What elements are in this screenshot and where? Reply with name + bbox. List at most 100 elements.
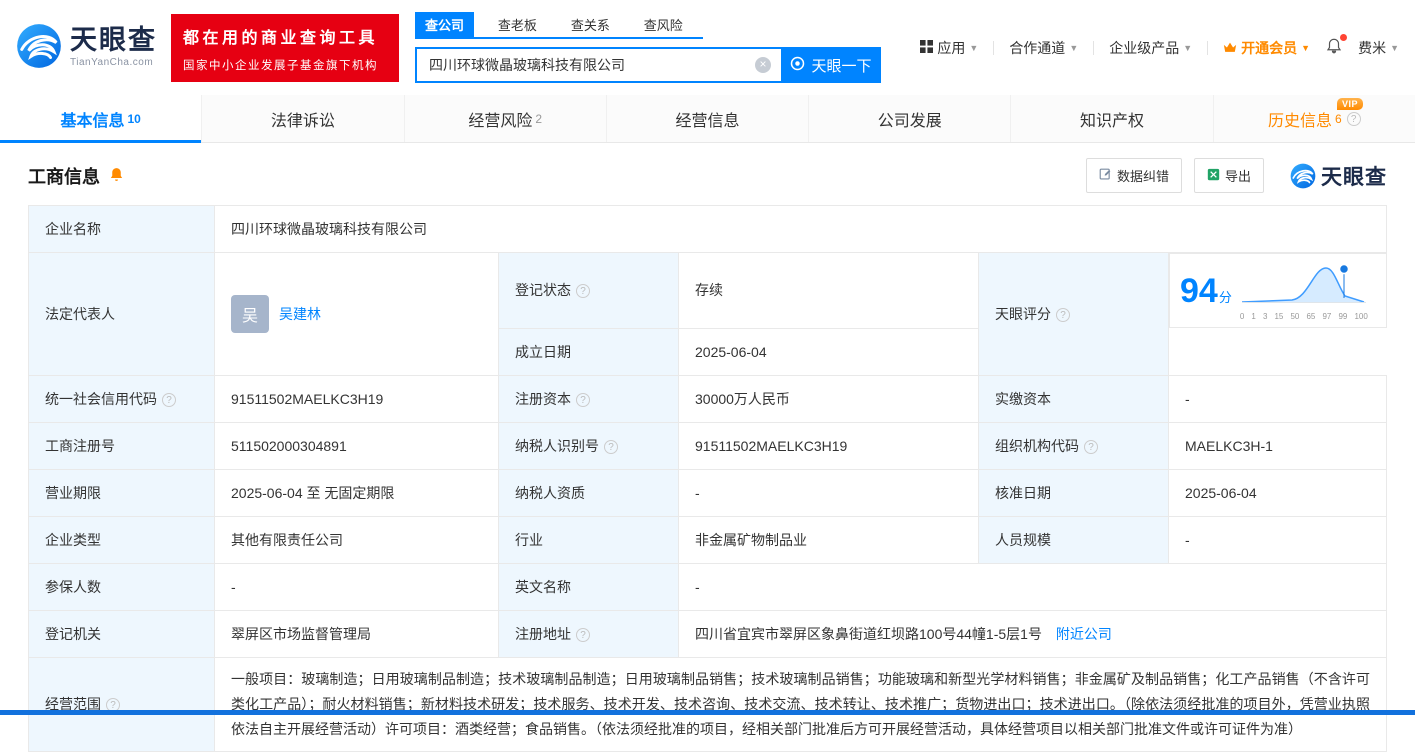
business-info-table: 企业名称 四川环球微晶玻璃科技有限公司 法定代表人 吴 吴建林 登记状态? 存续… — [28, 205, 1387, 752]
value-industry: 非金属矿物制品业 — [678, 515, 979, 564]
label-company-name: 企业名称 — [28, 205, 215, 253]
score-curve-chart: 0 1 3 15 50 65 97 99 100 — [1240, 260, 1368, 321]
nav-partner[interactable]: 合作通道 ▼ — [1009, 38, 1078, 58]
value-company-type: 其他有限责任公司 — [214, 515, 499, 564]
label-reg-number: 工商注册号 — [28, 421, 215, 470]
table-row: 经营范围? 一般项目：玻璃制造；日用玻璃制品制造；技术玻璃制品制造；日用玻璃制品… — [28, 656, 1387, 752]
value-approval-date: 2025-06-04 — [1168, 468, 1387, 517]
export-excel-icon — [1207, 168, 1220, 184]
search-button-label: 天眼一下 — [811, 57, 872, 75]
avatar: 吴 — [231, 294, 269, 333]
help-icon[interactable]: ? — [1084, 439, 1098, 454]
label-taxpayer-id: 纳税人识别号? — [498, 421, 679, 470]
value-establish-date: 2025-06-04 — [678, 327, 979, 376]
brand-watermark-label: 天眼查 — [1321, 165, 1387, 189]
search-button[interactable]: 天眼一下 — [781, 47, 881, 83]
label-address: 注册地址? — [498, 609, 679, 658]
nearby-companies-link[interactable]: 附近公司 — [1056, 626, 1112, 642]
value-taxpayer-qualification: - — [678, 468, 979, 517]
tianyancha-logo[interactable]: 天眼查 TianYanCha.com — [15, 22, 157, 72]
search-button-eye-icon — [790, 56, 805, 75]
label-credit-code: 统一社会信用代码? — [28, 374, 215, 423]
label-establish-date: 成立日期 — [498, 327, 679, 376]
data-correction-button[interactable]: 数据纠错 — [1085, 158, 1182, 193]
search-tab-boss[interactable]: 查老板 — [488, 12, 547, 37]
subscribe-bell-icon[interactable] — [108, 166, 125, 186]
export-button[interactable]: 导出 — [1193, 158, 1264, 193]
tab-label: 历史信息 — [1267, 112, 1332, 130]
tab-operation-info[interactable]: 经营信息 — [607, 95, 810, 142]
label-approval-date: 核准日期 — [978, 468, 1169, 517]
export-label: 导出 — [1224, 169, 1251, 184]
tab-count: 2 — [535, 111, 543, 126]
label-reg-capital: 注册资本? — [498, 374, 679, 423]
tab-legal-litigation[interactable]: 法律诉讼 — [202, 95, 405, 142]
value-reg-authority: 翠屏区市场监督管理局 — [214, 609, 499, 658]
table-row: 登记机关 翠屏区市场监督管理局 注册地址? 四川省宜宾市翠屏区象鼻街道红坝路10… — [28, 609, 1387, 658]
value-legal-rep: 吴 吴建林 — [214, 252, 499, 376]
help-icon[interactable]: ? — [576, 284, 590, 299]
nav-open-vip-label: 开通会员 — [1241, 39, 1298, 56]
nav-enterprise[interactable]: 企业级产品 ▼ — [1109, 38, 1192, 58]
tab-label: 基本信息 — [60, 112, 125, 130]
section-header: 工商信息 数据纠错 导出 天眼查 — [0, 143, 1415, 205]
tab-operation-risk[interactable]: 经营风险 2 — [405, 95, 607, 142]
value-english-name: - — [678, 562, 1387, 611]
help-icon[interactable]: ? — [162, 392, 176, 407]
value-reg-number: 511502000304891 — [214, 421, 499, 470]
nav-enterprise-label: 企业级产品 — [1109, 39, 1180, 56]
search-input[interactable] — [427, 56, 755, 74]
search-tabs: 查公司 查老板 查关系 查风险 — [415, 12, 703, 39]
tab-basic-info[interactable]: 基本信息 10 — [0, 95, 203, 143]
value-business-scope: 一般项目：玻璃制造；日用玻璃制品制造；技术玻璃制品制造；日用玻璃制品销售；技术玻… — [214, 656, 1387, 752]
help-icon[interactable]: ? — [604, 439, 618, 454]
label-company-type: 企业类型 — [28, 515, 215, 564]
nav-user[interactable]: 费米 ▼ — [1358, 38, 1399, 58]
chevron-down-icon: ▼ — [1069, 42, 1079, 53]
tab-company-development[interactable]: 公司发展 — [809, 95, 1012, 142]
label-reg-authority: 登记机关 — [28, 609, 215, 658]
nav-apps[interactable]: 应用 ▼ — [920, 38, 978, 58]
search-tab-company[interactable]: 查公司 — [415, 12, 475, 37]
search-area: 查公司 查老板 查关系 查风险 × 天眼一下 — [415, 12, 881, 83]
value-reg-status: 存续 — [678, 252, 979, 329]
score-axis-ticks: 0 1 3 15 50 65 97 99 100 — [1239, 312, 1368, 321]
tianyancha-logo-icon — [15, 22, 63, 72]
table-row: 参保人数 - 英文名称 - — [28, 562, 1387, 611]
divider — [993, 40, 995, 55]
search-tab-relation[interactable]: 查关系 — [561, 12, 620, 37]
label-insured-count: 参保人数 — [28, 562, 215, 611]
logo-title: 天眼查 — [70, 25, 157, 55]
value-staff-size: - — [1168, 515, 1387, 564]
label-org-code: 组织机构代码? — [978, 421, 1169, 470]
table-row: 企业名称 四川环球微晶玻璃科技有限公司 — [28, 205, 1387, 253]
nav-open-vip[interactable]: 开通会员 ▼ — [1223, 38, 1310, 58]
legal-rep-link[interactable]: 吴建林 — [279, 304, 321, 324]
bottom-bar — [0, 710, 1415, 715]
search-tab-risk[interactable]: 查风险 — [634, 12, 693, 37]
tab-label: 法律诉讼 — [270, 112, 335, 130]
tab-intellectual-property[interactable]: 知识产权 — [1011, 95, 1214, 142]
tab-count: 10 — [127, 111, 141, 126]
help-icon[interactable]: ? — [1056, 307, 1070, 322]
notification-bell[interactable] — [1325, 34, 1348, 58]
tab-label: 经营风险 — [468, 112, 533, 130]
table-row: 营业期限 2025-06-04 至 无固定期限 纳税人资质 - 核准日期 202… — [28, 468, 1387, 517]
label-industry: 行业 — [498, 515, 679, 564]
address-text: 四川省宜宾市翠屏区象鼻街道红坝路100号44幢1-5层1号 — [695, 625, 1042, 642]
chevron-down-icon: ▼ — [1390, 42, 1399, 53]
tab-history-info[interactable]: VIP 历史信息 6 ? — [1214, 95, 1415, 142]
tab-count: 6 — [1334, 111, 1342, 126]
clear-icon[interactable]: × — [755, 57, 771, 73]
value-reg-capital: 30000万人民币 — [678, 374, 979, 423]
section-title: 工商信息 — [28, 166, 100, 187]
label-business-term: 营业期限 — [28, 468, 215, 517]
value-insured-count: - — [214, 562, 499, 611]
divider — [1207, 40, 1209, 55]
value-company-name: 四川环球微晶玻璃科技有限公司 — [214, 205, 1387, 253]
divider — [1093, 40, 1095, 55]
help-icon[interactable]: ? — [576, 627, 590, 642]
help-icon[interactable]: ? — [576, 392, 590, 407]
help-icon[interactable]: ? — [1346, 111, 1361, 126]
banner-line2: 国家中小企业发展子基金旗下机构 — [183, 59, 378, 72]
